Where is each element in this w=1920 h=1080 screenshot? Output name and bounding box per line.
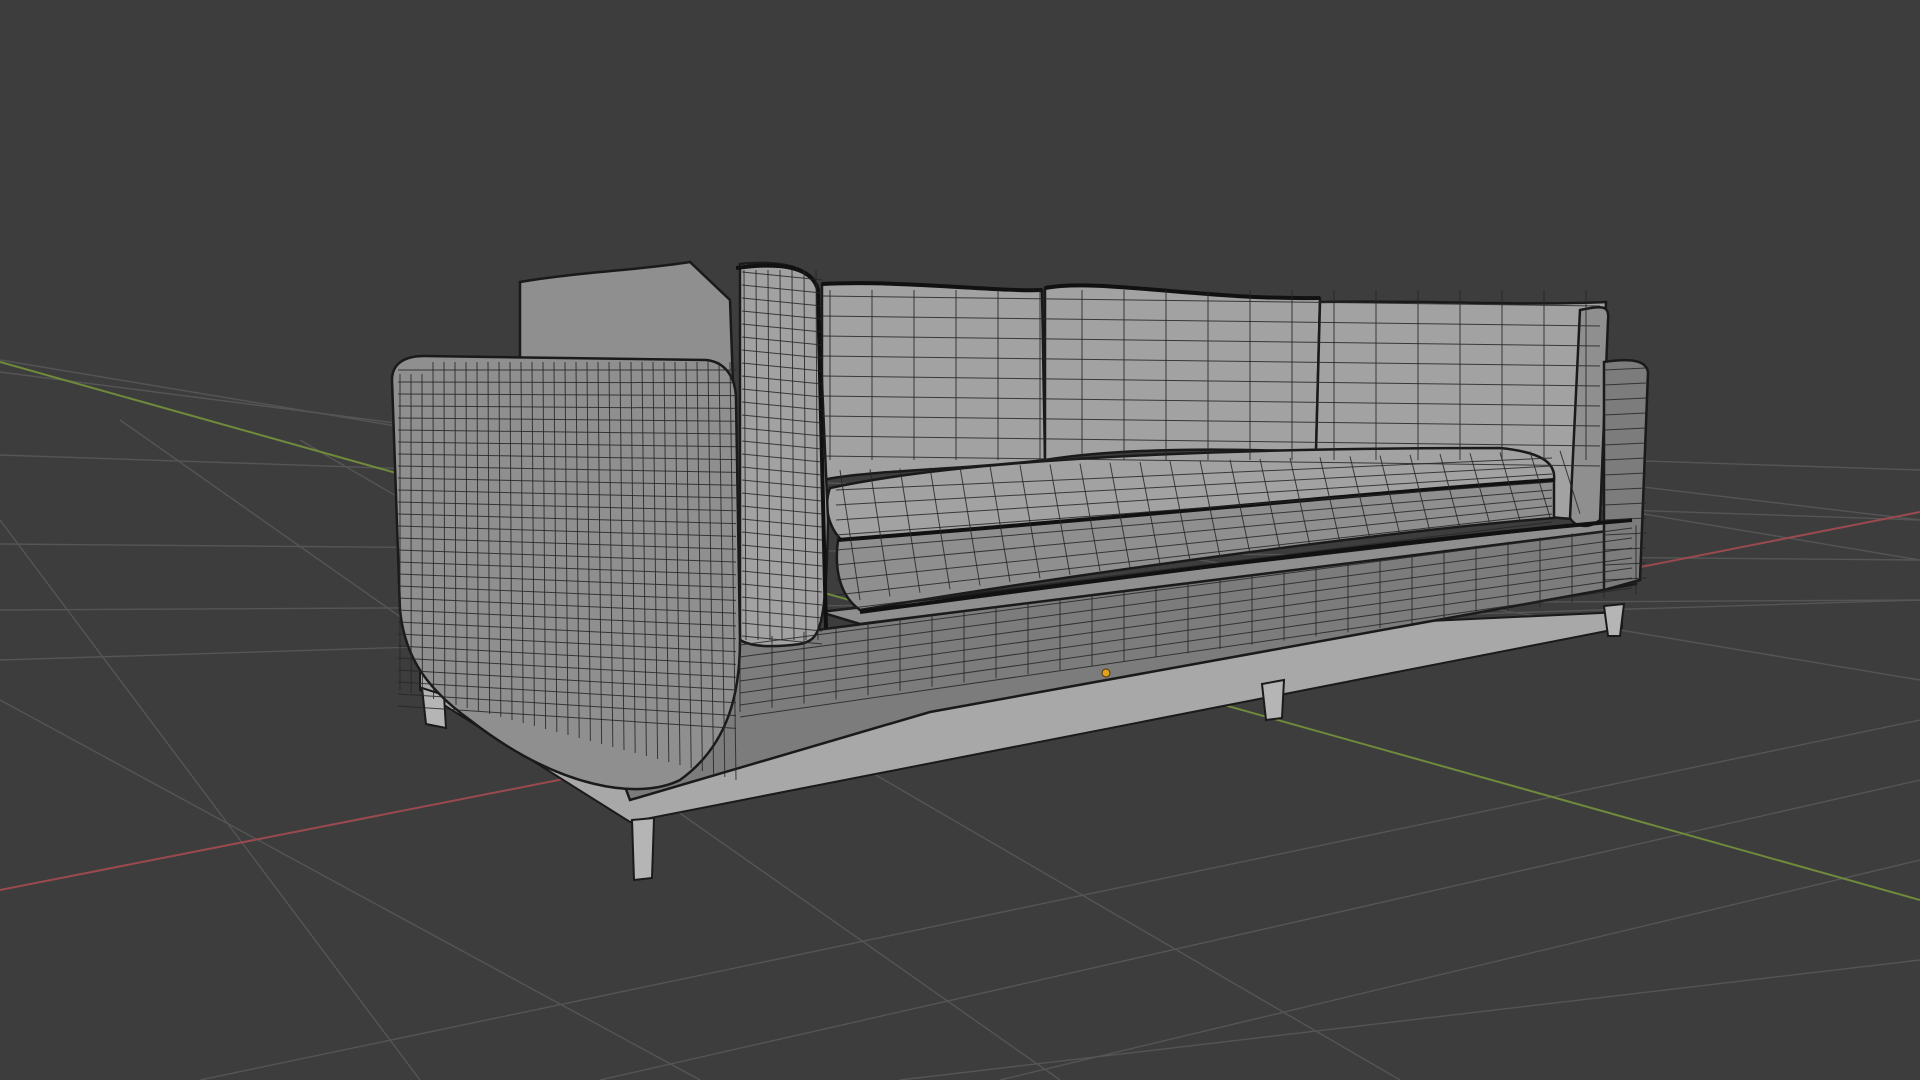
3d-viewport[interactable] bbox=[0, 0, 1920, 1080]
grid-line bbox=[199, 719, 1920, 1080]
arm-wire-vertical bbox=[432, 361, 435, 700]
viewport-canvas[interactable] bbox=[0, 0, 1920, 1080]
sofa-leg-front-right bbox=[630, 816, 656, 882]
back-cushion-left bbox=[820, 281, 1047, 482]
grid-line bbox=[899, 959, 1920, 1080]
sofa-leg-back-mid bbox=[1260, 678, 1286, 722]
object-origin-marker[interactable] bbox=[1101, 668, 1111, 678]
grid-line bbox=[599, 779, 1920, 1080]
sofa-mesh[interactable] bbox=[390, 260, 1650, 882]
grid-line bbox=[0, 519, 421, 1080]
grid-line bbox=[999, 859, 1920, 1080]
sofa-leg-back-right bbox=[1602, 602, 1626, 637]
back-cushion-middle bbox=[1043, 284, 1322, 462]
